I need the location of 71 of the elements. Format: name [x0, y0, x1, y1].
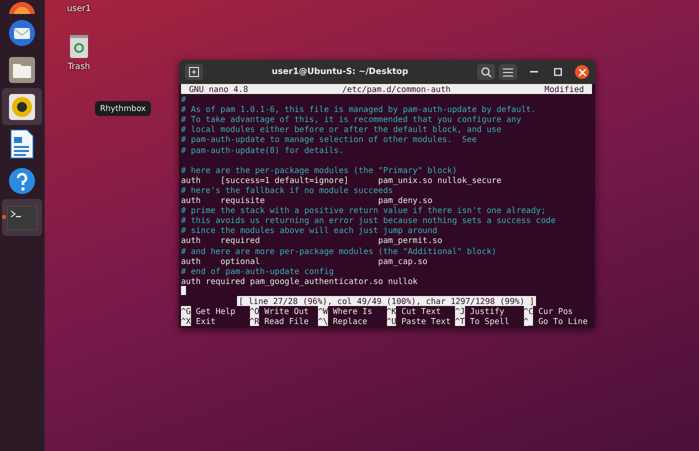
mail-icon: [7, 18, 37, 48]
shortcut-label: Where Is: [332, 306, 372, 316]
shortcut-key: ^K: [386, 306, 396, 316]
document-icon: [10, 128, 34, 158]
status-bar: [ line 27/28 (96%), col 49/49 (100%), char 1297/1298 (99%) ]: [236, 296, 536, 306]
shortcut-key: ^_: [524, 316, 534, 326]
maximize-button[interactable]: [551, 65, 565, 79]
shortcut-label: Paste Text: [401, 316, 451, 326]
shortcut-label: Go To Line: [538, 316, 588, 326]
shortcut-label: Justify: [470, 306, 504, 316]
shortcut-label: Exit: [196, 316, 216, 326]
help-icon: [8, 166, 36, 194]
folder-icon: [8, 56, 36, 84]
code-line: auth optional pam_cap.so: [181, 256, 428, 266]
code-line: auth requisite pam_deny.so: [181, 195, 434, 206]
comment-line: # end of pam-auth-update config: [181, 266, 335, 276]
close-button[interactable]: [575, 65, 589, 79]
trash-icon: [68, 34, 89, 59]
desktop-icon-label[interactable]: Trash: [68, 62, 90, 72]
shortcut-label: To Spell: [470, 316, 510, 326]
shortcut-key: ^T: [455, 316, 465, 326]
shortcut-label: Replace: [332, 316, 368, 326]
new-tab-button[interactable]: [185, 64, 203, 80]
comment-line: # pam-auth-update(8) for details.: [181, 144, 345, 155]
nano-version: GNU nano 4.8: [189, 84, 248, 94]
comment-line: # here's the fallback if no module succeeds: [181, 184, 393, 196]
close-icon: [578, 68, 586, 76]
comment-line: # here are the per-package modules (the "Primary" block): [181, 164, 458, 175]
comment-line: # this avoids us returning an error just because nothing sets a success code: [181, 215, 557, 226]
text-cursor: [181, 286, 186, 295]
file-path: /etc/pam.d/common-auth: [342, 84, 451, 94]
menu-button[interactable]: [499, 64, 517, 80]
shortcut-key: ^U: [386, 316, 396, 326]
shortcut-key: ^O: [250, 306, 260, 316]
shortcut-label: Read File: [264, 316, 309, 326]
comment-line: # local modules either before or after the default block, and use: [181, 124, 502, 134]
comment-line: # As of pam 1.0.1-6, this file is managed by pam-auth-update by default.: [181, 104, 537, 114]
code-line: auth [success=1 default=ignore] pam_unix.so nullok_secure: [181, 174, 502, 185]
shortcut-key: ^X: [181, 316, 191, 326]
minimize-icon: [530, 71, 538, 73]
comment-line: # pam-auth-update to manage selection of other modules. See: [181, 134, 478, 145]
shortcut-label: Cut Text: [401, 306, 441, 316]
desktop-icon-label[interactable]: user1: [67, 4, 91, 14]
shortcut-key: ^J: [455, 306, 465, 316]
maximize-icon: [554, 68, 562, 76]
shortcut-key: ^R: [250, 316, 260, 326]
search-button[interactable]: [477, 64, 495, 80]
code-line: auth required pam_permit.so: [181, 235, 444, 246]
shortcut-label: Write Out: [264, 306, 309, 316]
code-line: auth required pam_google_authenticator.so nullok: [181, 276, 419, 286]
comment-line: #: [181, 94, 187, 104]
shortcut-key: ^C: [524, 306, 534, 316]
shortcut-key: ^W: [318, 306, 328, 316]
menu-icon: [503, 68, 513, 76]
speaker-icon: [9, 94, 35, 120]
shortcut-key: ^\: [318, 316, 328, 326]
terminal-icon: [7, 206, 37, 230]
comment-line: # To take advantage of this, it is recommended that you configure any: [181, 114, 522, 124]
tooltip: Rhythmbox: [95, 101, 151, 116]
running-indicator: [2, 215, 6, 219]
dock-item[interactable]: [2, 88, 42, 125]
new-tab-icon: [189, 67, 199, 77]
shortcut-label: Get Help: [196, 306, 236, 316]
window-title: user1@Ubuntu-S: ~/Desktop: [270, 67, 410, 77]
search-icon: [480, 66, 492, 78]
comment-line: # since the modules above will each just jump around: [181, 225, 438, 236]
shortcut-label: Cur Pos: [538, 306, 573, 316]
shortcut-key: ^G: [181, 306, 191, 316]
comment-line: # and here are more per-package modules (the "Additional" block): [181, 246, 498, 256]
comment-line: # prime the stack with a positive return value if there isn't one already;: [181, 205, 547, 216]
file-state: Modified: [544, 84, 584, 94]
